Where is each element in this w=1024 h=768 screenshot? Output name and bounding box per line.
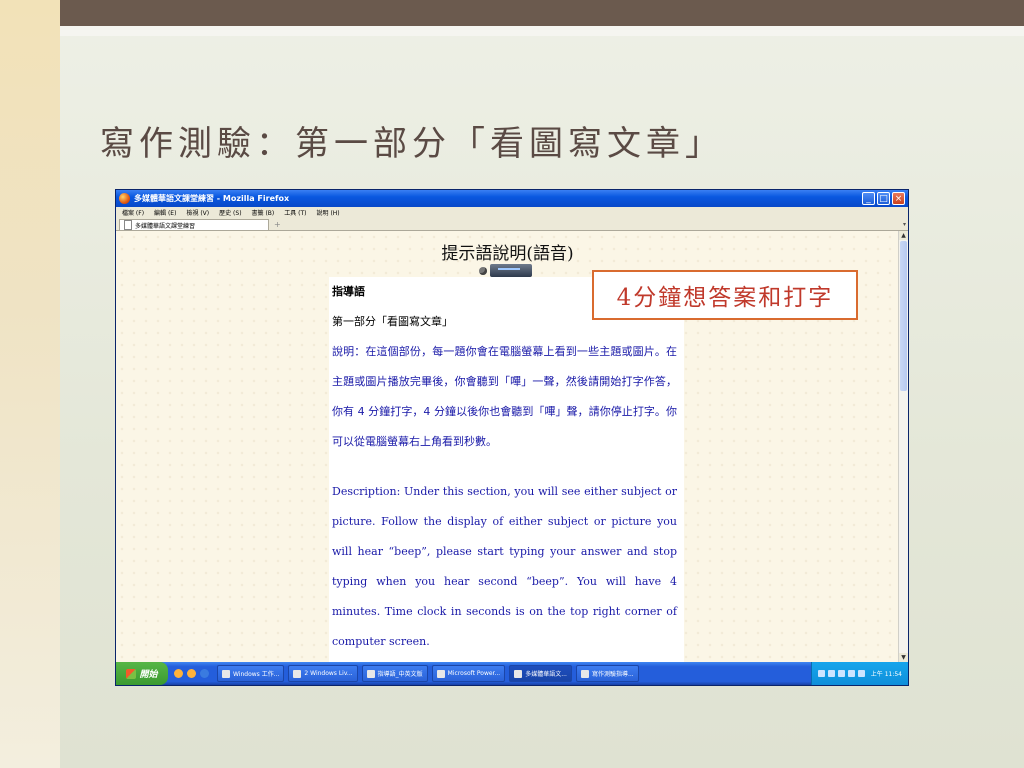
instructions-subtitle: 第一部分「看圖寫文章」 [332,315,453,328]
powerpoint-icon [436,669,445,678]
window-icon [222,669,230,678]
slide-top-line [60,26,1024,36]
slide-title: 寫作測驗：第一部分「看圖寫文章」 [100,124,724,164]
start-label: 開始 [139,670,158,680]
folder-icon [366,669,375,678]
system-tray: 上午 11:54 [810,662,908,685]
firefox-launch-icon-2[interactable] [187,669,196,678]
new-tab-button[interactable]: + [274,219,281,230]
audio-player[interactable] [479,264,532,277]
tray-icon[interactable] [837,670,845,677]
menu-tools[interactable]: 工具 (T) [284,208,306,217]
page-heading: 提示語說明(語音) [441,244,574,264]
volume-icon[interactable] [847,670,855,677]
minimize-button[interactable]: _ [862,192,875,205]
browser-titlebar: 多媒體華語文課堂練習 - Mozilla Firefox _ □ × [116,190,908,207]
start-button[interactable]: 開始 [116,662,168,685]
slide-top-bar [60,0,1024,26]
firefox-launch-icon[interactable] [174,669,183,678]
slide-left-strip [0,0,60,768]
quick-launch [168,669,215,678]
task-label-1: Windows 工作... [233,671,280,678]
tab-bar: 多媒體華語文課堂練習 + ▾ [116,217,908,231]
firefox-icon [119,193,130,204]
ie-launch-icon[interactable] [200,669,209,678]
task-label-4: Microsoft Power... [447,670,501,677]
vertical-scrollbar[interactable]: ▲ ▼ [898,231,908,662]
browser-screenshot: 多媒體華語文課堂練習 - Mozilla Firefox _ □ × 檔案 (F… [116,190,908,685]
menu-file[interactable]: 檔案 (F) [122,208,144,217]
task-item-3[interactable]: 指導語_中英文版 [361,665,428,682]
tray-icon[interactable] [827,670,835,677]
close-button[interactable]: × [892,192,905,205]
scroll-thumb[interactable] [900,241,907,391]
menu-bar: 檔案 (F) 編輯 (E) 檢視 (V) 歷史 (S) 書籤 (B) 工具 (T… [116,207,908,217]
task-item-6[interactable]: 寫作測驗指導... [575,665,639,682]
menu-history[interactable]: 歷史 (S) [219,208,241,217]
instructions-english: Description: Under this section, you wil… [332,485,677,648]
speaker-icon[interactable] [479,266,487,275]
task-label-3: 指導語_中英文版 [377,671,423,678]
scroll-up-icon[interactable]: ▲ [899,231,908,240]
page-icon [124,220,132,230]
windows-taskbar: 開始 Windows 工作... 2 Windows Liv... 指導語_中英… [116,662,908,685]
menu-help[interactable]: 說明 (H) [317,208,340,217]
time-callout: 4分鐘想答案和打字 [592,270,858,320]
task-label-5: 多媒體華語文... [525,671,567,678]
firefox-icon [514,669,523,678]
maximize-button[interactable]: □ [877,192,890,205]
tab-list-chevron-icon[interactable]: ▾ [903,219,906,230]
browser-tab-label: 多媒體華語文課堂練習 [135,222,196,230]
browser-window-title: 多媒體華語文課堂練習 - Mozilla Firefox [134,194,290,203]
task-item-4[interactable]: Microsoft Power... [431,665,506,682]
task-item-5[interactable]: 多媒體華語文... [509,665,572,682]
instructions-heading: 指導語 [332,285,365,298]
window-buttons: _ □ × [862,192,905,205]
messenger-icon [293,669,302,678]
scroll-down-icon[interactable]: ▼ [899,653,908,662]
instructions-chinese: 說明：在這個部份，每一題你會在電腦螢幕上看到一些主題或圖片。在主題或圖片播放完畢… [332,345,677,448]
tray-clock: 上午 11:54 [870,671,902,678]
task-label-6: 寫作測驗指導... [591,671,634,678]
task-label-2: 2 Windows Liv... [304,670,353,677]
menu-bookmarks[interactable]: 書籤 (B) [252,208,275,217]
media-player[interactable] [490,264,532,277]
player-progress-bar [498,268,520,270]
document-icon [580,669,589,678]
task-item-1[interactable]: Windows 工作... [217,665,285,682]
menu-view[interactable]: 檢視 (V) [186,208,209,217]
browser-tab[interactable]: 多媒體華語文課堂練習 [119,219,269,230]
network-icon[interactable] [857,670,865,677]
task-item-2[interactable]: 2 Windows Liv... [288,665,358,682]
windows-flag-icon [126,668,137,679]
menu-edit[interactable]: 編輯 (E) [154,208,176,217]
instructions-panel: 指導語 第一部分「看圖寫文章」 說明：在這個部份，每一題你會在電腦螢幕上看到一些… [329,277,684,662]
tray-icon[interactable] [817,670,825,677]
